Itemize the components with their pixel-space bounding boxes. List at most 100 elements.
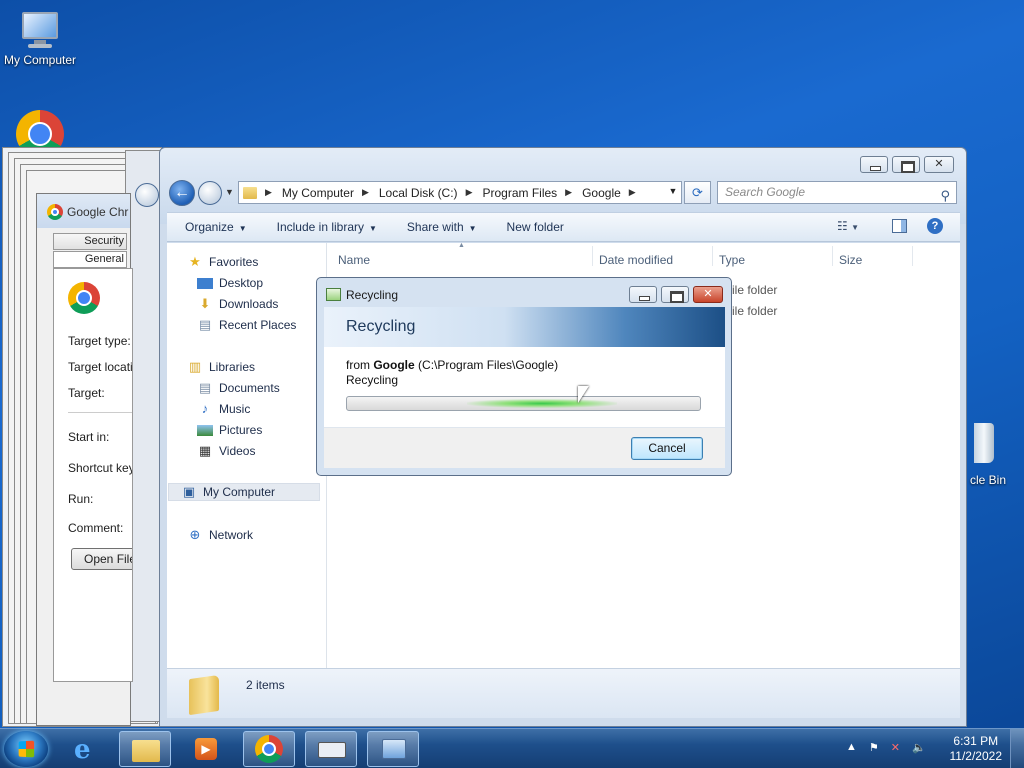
progress-bar xyxy=(346,396,701,411)
nav-network[interactable]: ⊕ Network xyxy=(187,528,253,543)
forward-button[interactable] xyxy=(198,181,222,205)
chevron-down-icon: ▼ xyxy=(468,224,477,233)
operation-status: Recycling xyxy=(346,373,399,387)
column-separator[interactable] xyxy=(712,246,713,266)
volume-icon[interactable]: 🔈 xyxy=(912,741,926,754)
preview-pane-icon[interactable] xyxy=(892,219,907,233)
close-button[interactable] xyxy=(693,286,723,303)
help-icon[interactable]: ? xyxy=(927,218,943,234)
clock[interactable]: 6:31 PM 11/2/2022 xyxy=(950,734,1003,764)
close-button[interactable] xyxy=(924,156,954,173)
field-run: Run: xyxy=(68,492,94,506)
tab-general[interactable]: General xyxy=(53,251,127,268)
explorer-window-controls xyxy=(860,156,954,173)
chevron-down-icon: ▼ xyxy=(369,224,377,233)
arrow-left-icon: ← xyxy=(174,184,190,201)
new-folder-button[interactable]: New folder xyxy=(507,220,564,234)
minimize-button[interactable] xyxy=(629,286,657,303)
recent-pages-chevron-icon[interactable]: ▼ xyxy=(225,187,234,197)
nav-libraries[interactable]: ▥ Libraries xyxy=(187,360,255,375)
dialog-window-controls xyxy=(629,286,723,303)
chrome-icon xyxy=(47,204,63,220)
taskbar-chrome[interactable] xyxy=(243,731,295,767)
recycle-icon xyxy=(326,288,341,301)
chevron-right-icon[interactable]: ▶ xyxy=(629,187,636,198)
action-center-icon[interactable]: ⚑ xyxy=(869,741,879,754)
control-panel-icon xyxy=(382,739,406,759)
music-icon: ♪ xyxy=(201,401,209,416)
dialog-banner: Recycling xyxy=(324,307,725,347)
tab-security[interactable]: Security xyxy=(53,233,127,250)
properties-title: Google Chr xyxy=(67,205,129,219)
breadcrumb-local-disk[interactable]: Local Disk (C:) xyxy=(379,186,458,200)
taskbar-internet-explorer[interactable]: e xyxy=(62,731,114,767)
recycle-bin-label: cle Bin xyxy=(970,473,1007,487)
documents-icon: ▤ xyxy=(198,380,212,395)
address-bar[interactable]: ▶ My Computer ▶ Local Disk (C:) ▶ Progra… xyxy=(238,181,682,204)
column-size[interactable]: Size xyxy=(839,253,862,267)
show-desktop-button[interactable] xyxy=(1010,729,1024,768)
refresh-button[interactable]: ⟳ xyxy=(684,181,711,204)
back-button[interactable]: ← xyxy=(169,180,195,206)
clock-date: 11/2/2022 xyxy=(949,749,1003,763)
clock-time: 6:31 PM xyxy=(953,734,999,748)
chevron-right-icon[interactable]: ▶ xyxy=(362,187,369,198)
maximize-button[interactable] xyxy=(892,156,920,173)
maximize-button[interactable] xyxy=(661,286,689,303)
nav-pictures[interactable]: Pictures xyxy=(197,423,262,437)
column-name[interactable]: Name xyxy=(338,253,370,267)
chevron-right-icon[interactable]: ▶ xyxy=(265,187,272,198)
nav-desktop[interactable]: Desktop xyxy=(197,276,263,290)
network-error-icon[interactable]: ✕ xyxy=(891,741,900,754)
nav-recent-places[interactable]: ▤ Recent Places xyxy=(197,318,297,333)
view-options-icon[interactable]: ☷ ▼ xyxy=(837,219,859,233)
field-target: Target: xyxy=(68,386,105,400)
nav-documents[interactable]: ▤ Documents xyxy=(197,380,280,396)
progress-indicator xyxy=(467,399,617,408)
search-input[interactable]: Search Google ⚲ xyxy=(717,181,957,204)
open-file-location-button[interactable]: Open File xyxy=(71,548,132,570)
chevron-right-icon[interactable]: ▶ xyxy=(466,187,473,198)
breadcrumb-google[interactable]: Google xyxy=(582,186,621,200)
breadcrumb-program-files[interactable]: Program Files xyxy=(482,186,557,200)
mouse-cursor-icon xyxy=(578,386,589,403)
details-pane: 2 items xyxy=(167,668,960,718)
start-button[interactable] xyxy=(4,731,48,767)
desktop-icon-recycle-bin[interactable]: cle Bin xyxy=(970,423,1024,487)
nav-music[interactable]: ♪ Music xyxy=(197,401,251,417)
recycle-bin-icon xyxy=(974,423,994,463)
table-row[interactable]: ile folder xyxy=(732,304,777,318)
chevron-right-icon[interactable]: ▶ xyxy=(565,187,572,198)
show-hidden-icons-icon[interactable]: ▲ xyxy=(846,741,857,754)
monitor-icon xyxy=(18,10,62,50)
taskbar-explorer[interactable] xyxy=(119,731,171,767)
properties-title-bar[interactable]: Google Chr xyxy=(37,194,130,228)
desktop-icon-my-computer[interactable]: My Computer xyxy=(0,10,80,67)
star-icon: ★ xyxy=(189,254,201,269)
search-icon[interactable]: ⚲ xyxy=(940,185,950,206)
breadcrumb-my-computer[interactable]: My Computer xyxy=(282,186,354,200)
include-in-library-menu[interactable]: Include in library ▼ xyxy=(277,220,377,234)
share-with-menu[interactable]: Share with ▼ xyxy=(407,220,477,234)
address-dropdown-icon[interactable]: ▼ xyxy=(667,186,679,196)
cancel-button[interactable]: Cancel xyxy=(631,437,703,460)
nav-videos[interactable]: ▦ Videos xyxy=(197,444,256,459)
folder-icon xyxy=(132,740,160,762)
nav-my-computer[interactable]: ▣ My Computer xyxy=(168,483,320,501)
taskbar-media-player[interactable]: ▶ xyxy=(181,731,233,767)
properties-window: Google Chr Security General Target type:… xyxy=(36,193,133,726)
taskbar-control-panel[interactable] xyxy=(367,731,419,767)
minimize-button[interactable] xyxy=(860,156,888,173)
dialog-footer: Cancel xyxy=(324,428,725,468)
taskbar-onscreen-keyboard[interactable] xyxy=(305,731,357,767)
organize-menu[interactable]: Organize ▼ xyxy=(185,220,247,234)
nav-downloads[interactable]: ⬇ Downloads xyxy=(197,297,279,312)
column-date-modified[interactable]: Date modified xyxy=(599,253,673,267)
column-separator[interactable] xyxy=(832,246,833,266)
column-type[interactable]: Type xyxy=(719,253,745,267)
keyboard-icon xyxy=(318,742,346,758)
column-separator[interactable] xyxy=(592,246,593,266)
table-row[interactable]: ile folder xyxy=(732,283,777,297)
nav-favorites[interactable]: ★ Favorites xyxy=(187,254,258,270)
column-separator[interactable] xyxy=(912,246,913,266)
